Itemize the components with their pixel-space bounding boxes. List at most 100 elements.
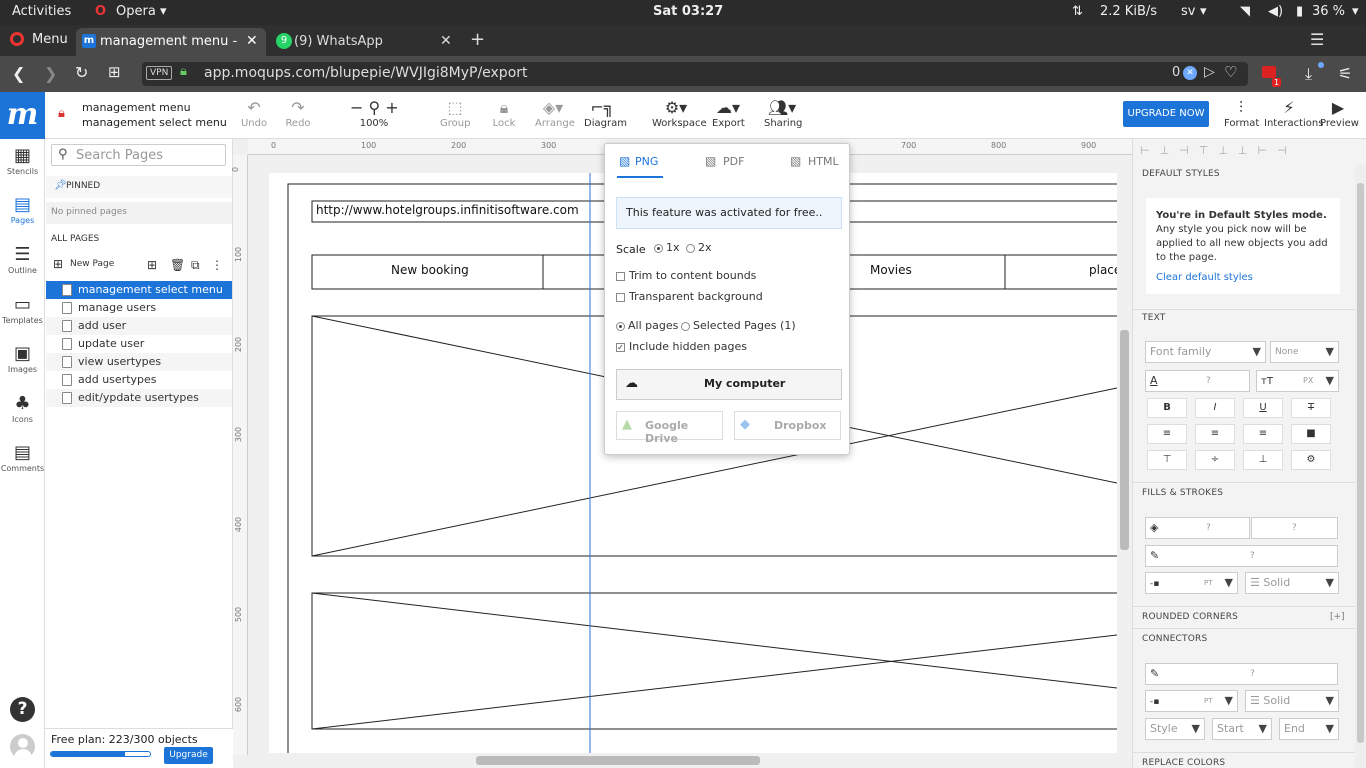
vpn-badge[interactable]: VPN xyxy=(146,66,173,80)
group-button[interactable]: ⬚ Group xyxy=(440,98,470,129)
scrollbar-thumb[interactable] xyxy=(476,756,760,765)
align-toolbar[interactable]: ⊢⊥⊣⊤⊥⊥⊢⊣ xyxy=(1140,144,1362,160)
scrollbar-thumb[interactable] xyxy=(1357,183,1364,743)
nav-item-movies[interactable]: Movies xyxy=(870,263,912,277)
sharing-button[interactable]: 👥︎▾ Sharing xyxy=(764,98,802,129)
extension-icon[interactable] xyxy=(1262,66,1276,78)
moqups-logo[interactable]: m xyxy=(0,92,45,139)
avatar[interactable] xyxy=(10,734,35,759)
keyboard-lang[interactable]: sv xyxy=(1181,4,1195,19)
tab-png[interactable]: ▧ PNG xyxy=(617,154,663,178)
bold-button[interactable]: B xyxy=(1147,398,1187,418)
lock-icon[interactable]: 🔒︎ xyxy=(58,106,65,121)
rail-icons[interactable]: ♣ Icons xyxy=(0,393,45,424)
reload-icon[interactable]: ↻ xyxy=(75,63,88,82)
download-icon[interactable]: ⤓ xyxy=(1305,64,1312,84)
connector-start-field[interactable]: Start ▼ xyxy=(1212,718,1272,740)
dropbox-button[interactable]: ◆ Dropbox xyxy=(734,411,841,440)
italic-button[interactable]: I xyxy=(1195,398,1235,418)
panel-scrollbar[interactable] xyxy=(1355,165,1366,768)
connector-color-field[interactable]: ✎? xyxy=(1145,663,1338,685)
app-menu[interactable]: Opera xyxy=(116,4,156,19)
close-icon[interactable]: ✕ xyxy=(246,33,258,49)
interactions-button[interactable]: ⚡︎ Interactions xyxy=(1264,98,1323,129)
arrange-button[interactable]: ◈▾ Arrange xyxy=(535,98,575,129)
image-placeholder[interactable] xyxy=(311,592,1117,730)
google-drive-button[interactable]: ▲ Google Drive xyxy=(616,411,723,445)
page-item[interactable]: management select menu xyxy=(46,281,232,299)
format-button[interactable]: ⫶ Format xyxy=(1224,98,1259,129)
address-bar[interactable]: VPN 🔒︎ app.moqups.com/blupepie/WVJIgi8My… xyxy=(142,62,1248,86)
stroke-width-field[interactable]: -▪ PT ▼ xyxy=(1145,572,1238,594)
strikethrough-button[interactable]: T xyxy=(1291,398,1331,418)
trim-checkbox[interactable]: Trim to content bounds xyxy=(616,269,756,282)
nav-item-new-booking[interactable]: New booking xyxy=(391,263,469,277)
tab-menu-icon[interactable]: ☰ xyxy=(1310,30,1324,49)
close-icon[interactable]: ✕ xyxy=(440,33,452,49)
tab-pdf[interactable]: ▧ PDF xyxy=(705,154,751,176)
connector-end-field[interactable]: End ▼ xyxy=(1279,718,1339,740)
page-item[interactable]: update user xyxy=(46,335,232,353)
page-item[interactable]: add usertypes xyxy=(46,371,232,389)
align-center-button[interactable]: ≡ xyxy=(1195,424,1235,444)
undo-button[interactable]: ↶ Undo xyxy=(240,98,268,129)
page-title[interactable]: management select menu xyxy=(82,116,227,129)
connector-width-field[interactable]: -▪ PT ▼ xyxy=(1145,690,1238,712)
clear-default-styles-link[interactable]: Clear default styles xyxy=(1156,271,1330,285)
tab-html[interactable]: ▧ HTML xyxy=(790,154,842,176)
activities-button[interactable]: Activities xyxy=(12,4,71,19)
page-item[interactable]: add user xyxy=(46,317,232,335)
upgrade-now-button[interactable]: UPGRADE NOW xyxy=(1123,101,1209,127)
justify-button[interactable]: ■ xyxy=(1291,424,1331,444)
tab-moqups[interactable]: m management menu - man ✕ xyxy=(76,28,266,56)
include-hidden-checkbox[interactable]: ✓ Include hidden pages xyxy=(616,340,747,353)
project-title[interactable]: management menu xyxy=(82,101,191,114)
expand-rounded-corners[interactable]: [+] xyxy=(1330,612,1345,622)
fill-opacity-field[interactable]: ? xyxy=(1251,517,1338,539)
help-icon[interactable]: ? xyxy=(10,697,35,722)
connector-style-field[interactable]: Style ▼ xyxy=(1145,718,1205,740)
rail-comments[interactable]: ▤ Comments xyxy=(0,442,45,473)
url-text[interactable]: app.moqups.com/blupepie/WVJIgi8MyP/expor… xyxy=(204,65,528,81)
workspace-button[interactable]: ⚙▾ Workspace xyxy=(652,98,707,129)
duplicate-icon[interactable]: ⧉ xyxy=(191,258,200,273)
tab-whatsapp[interactable]: 9 (9) WhatsApp ✕ xyxy=(266,28,462,56)
export-button[interactable]: ☁▾ Export xyxy=(712,98,745,129)
scrollbar-thumb[interactable] xyxy=(1120,330,1129,550)
stroke-color-field[interactable]: ✎? xyxy=(1145,545,1338,567)
redo-button[interactable]: ↷ Redo xyxy=(283,98,313,129)
heart-icon[interactable]: ♡ xyxy=(1224,63,1237,81)
font-family-select[interactable]: Font family ▼ xyxy=(1145,341,1266,363)
font-size-field[interactable]: ᴛT PX ▼ xyxy=(1256,370,1339,392)
clock[interactable]: Sat 03:27 xyxy=(653,4,723,19)
transparent-checkbox[interactable]: Transparent background xyxy=(616,290,763,303)
back-icon[interactable]: ❮ xyxy=(12,64,25,83)
add-folder-icon[interactable]: ⊞ xyxy=(147,258,157,272)
stroke-style-select[interactable]: ☰ Solid ▼ xyxy=(1245,572,1339,594)
new-tab-icon[interactable]: + xyxy=(470,29,485,50)
forward-icon[interactable]: ❯ xyxy=(44,64,57,83)
rail-images[interactable]: ▣ Images xyxy=(0,343,45,374)
vertical-scrollbar[interactable] xyxy=(1117,155,1132,753)
valign-top-button[interactable]: ⊤ xyxy=(1147,450,1187,470)
align-left-button[interactable]: ≡ xyxy=(1147,424,1187,444)
speed-dial-icon[interactable]: ⊞ xyxy=(108,63,121,81)
valign-bottom-button[interactable]: ⊥ xyxy=(1243,450,1283,470)
rail-pages[interactable]: ▤ Pages xyxy=(0,194,45,225)
diagram-button[interactable]: ⌐╗ Diagram xyxy=(584,98,627,129)
underline-button[interactable]: U xyxy=(1243,398,1283,418)
new-page-button[interactable]: ⊞ New Page xyxy=(53,257,119,273)
page-item[interactable]: view usertypes xyxy=(46,353,232,371)
lock-button[interactable]: 🔒︎ Lock xyxy=(492,98,516,129)
rail-stencils[interactable]: ▦ Stencils xyxy=(0,145,45,176)
all-pages-radio[interactable]: All pages xyxy=(616,319,678,332)
easy-setup-icon[interactable]: ⚟ xyxy=(1338,64,1352,83)
opera-menu-button[interactable]: Menu xyxy=(32,32,68,47)
search-pages-input[interactable]: ⚲ Search Pages xyxy=(51,144,226,166)
rail-outline[interactable]: ☰ Outline xyxy=(0,244,45,275)
ad-block-icon[interactable]: ✕ xyxy=(1183,66,1197,80)
scale-1x-radio[interactable]: 1x xyxy=(654,241,680,254)
selected-pages-radio[interactable]: Selected Pages (1) xyxy=(681,319,796,332)
rounded-corners-header[interactable]: ROUNDED CORNERS xyxy=(1142,612,1238,622)
text-settings-button[interactable]: ⚙ xyxy=(1291,450,1331,470)
